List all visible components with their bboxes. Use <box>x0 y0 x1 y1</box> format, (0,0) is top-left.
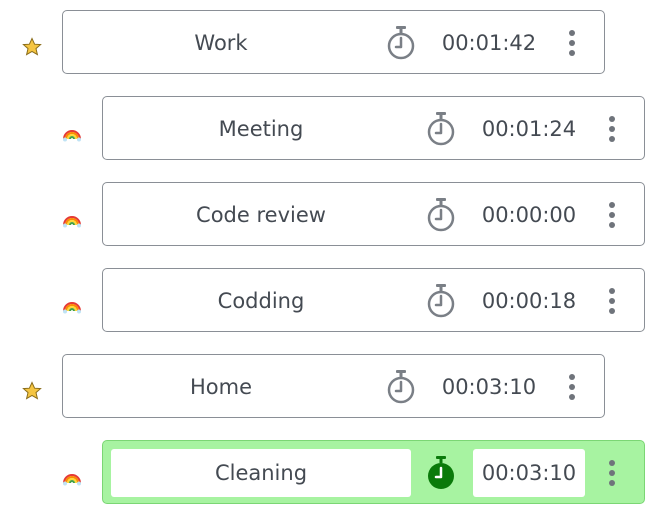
stopwatch-icon[interactable] <box>425 197 457 233</box>
category-name[interactable]: Home <box>71 363 371 411</box>
more-options-icon[interactable] <box>597 453 627 493</box>
elapsed-time: 00:01:24 <box>481 117 577 141</box>
stopwatch-icon[interactable] <box>385 25 417 61</box>
stopwatch-icon[interactable] <box>385 369 417 405</box>
task-row-cleaning: Cleaning 00:03:10 <box>40 440 647 506</box>
category-name[interactable]: Work <box>71 19 371 67</box>
task-row-code-review: Code review 00:00:00 <box>40 182 647 248</box>
elapsed-time: 00:00:18 <box>481 289 577 313</box>
category-card[interactable]: Home 00:03:10 <box>62 354 605 418</box>
elapsed-time: 00:01:42 <box>441 31 537 55</box>
category-card[interactable]: Work 00:01:42 <box>62 10 605 74</box>
more-options-icon[interactable] <box>557 23 587 63</box>
task-card[interactable]: Codding 00:00:18 <box>102 268 645 332</box>
rainbow-icon <box>62 123 82 143</box>
task-name[interactable]: Meeting <box>111 105 411 153</box>
elapsed-time: 00:03:10 <box>441 375 537 399</box>
task-name[interactable]: Codding <box>111 277 411 325</box>
more-options-icon[interactable] <box>597 281 627 321</box>
task-row-meeting: Meeting 00:01:24 <box>40 96 647 162</box>
more-options-icon[interactable] <box>597 109 627 149</box>
task-name[interactable]: Code review <box>111 191 411 239</box>
more-options-icon[interactable] <box>557 367 587 407</box>
category-row-home: Home 00:03:10 <box>0 354 607 420</box>
elapsed-time: 00:03:10 <box>473 449 585 497</box>
stopwatch-running-icon[interactable] <box>425 455 457 491</box>
category-row-work: Work 00:01:42 <box>0 10 607 76</box>
more-options-icon[interactable] <box>597 195 627 235</box>
star-icon <box>22 381 42 401</box>
rainbow-icon <box>62 295 82 315</box>
rainbow-icon <box>62 209 82 229</box>
task-card-active[interactable]: Cleaning 00:03:10 <box>102 440 645 504</box>
task-name[interactable]: Cleaning <box>111 449 411 497</box>
stopwatch-icon[interactable] <box>425 111 457 147</box>
task-card[interactable]: Meeting 00:01:24 <box>102 96 645 160</box>
task-card[interactable]: Code review 00:00:00 <box>102 182 645 246</box>
elapsed-time: 00:00:00 <box>481 203 577 227</box>
star-icon <box>22 37 42 57</box>
task-row-codding: Codding 00:00:18 <box>40 268 647 334</box>
stopwatch-icon[interactable] <box>425 283 457 319</box>
rainbow-icon <box>62 467 82 487</box>
